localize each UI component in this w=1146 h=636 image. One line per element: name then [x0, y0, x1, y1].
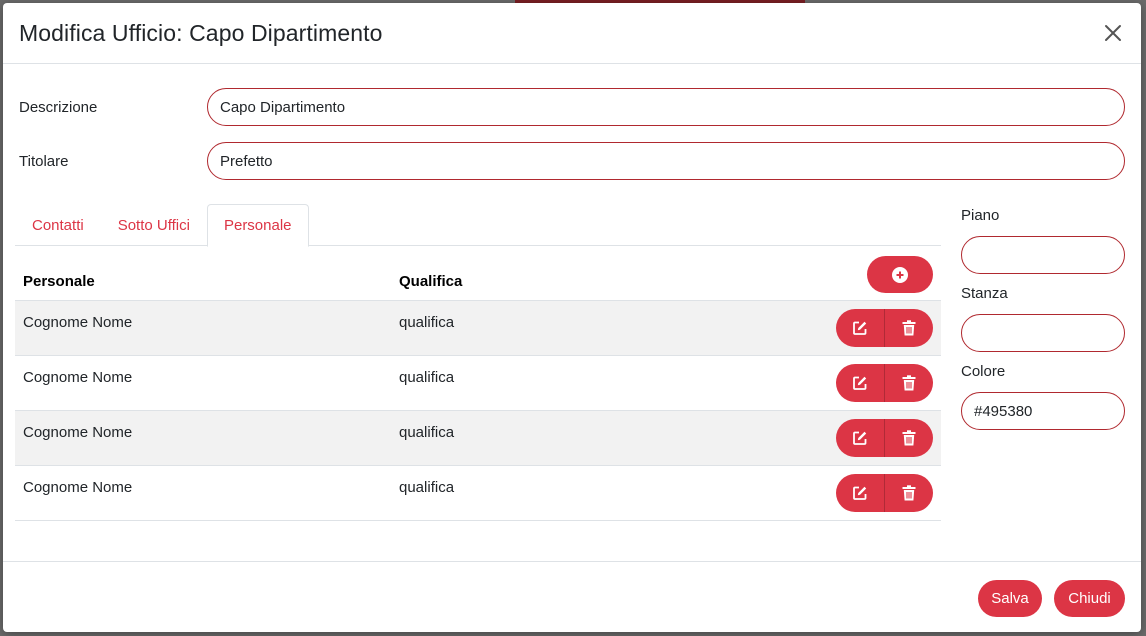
edit-icon — [853, 486, 867, 500]
header-personale: Personale — [23, 273, 95, 290]
delete-button[interactable] — [884, 364, 933, 402]
modal-header: Modifica Ufficio: Capo Dipartimento — [3, 3, 1141, 64]
close-icon — [1105, 25, 1121, 41]
cell-personale: Cognome Nome — [23, 369, 133, 386]
trash-icon — [902, 320, 916, 336]
modal-footer: Salva Chiudi — [3, 561, 1141, 632]
table-row: Cognome Nome qualifica — [15, 411, 941, 466]
cell-qualifica: qualifica — [399, 369, 455, 386]
row-actions — [836, 419, 933, 457]
cell-qualifica: qualifica — [399, 424, 455, 441]
piano-group: Piano — [961, 207, 999, 224]
edit-button[interactable] — [836, 364, 884, 402]
close-button[interactable] — [1101, 21, 1125, 45]
edit-button[interactable] — [836, 474, 884, 512]
stanza-input[interactable] — [961, 314, 1125, 352]
stanza-group: Stanza — [961, 285, 1008, 302]
cell-qualifica: qualifica — [399, 479, 455, 496]
descrizione-input[interactable] — [207, 88, 1125, 126]
plus-circle-icon — [892, 266, 908, 283]
titolare-row: Titolare — [19, 142, 1125, 180]
personale-table: Personale Qualifica Cognome Nome qualifi… — [15, 246, 941, 521]
piano-label: Piano — [961, 207, 1000, 224]
trash-icon — [902, 485, 916, 501]
edit-icon — [853, 376, 867, 390]
tab-sotto-uffici[interactable]: Sotto Uffici — [101, 204, 207, 246]
colore-label: Colore — [961, 363, 1006, 380]
table-row: Cognome Nome qualifica — [15, 301, 941, 356]
edit-office-modal: Modifica Ufficio: Capo Dipartimento Desc… — [3, 3, 1141, 632]
cell-qualifica: qualifica — [399, 314, 455, 331]
table-row: Cognome Nome qualifica — [15, 356, 941, 411]
descrizione-label: Descrizione — [19, 98, 98, 116]
save-button[interactable]: Salva — [978, 580, 1042, 617]
cell-personale: Cognome Nome — [23, 479, 133, 496]
edit-icon — [853, 321, 867, 335]
cell-personale: Cognome Nome — [23, 314, 133, 331]
close-footer-button[interactable]: Chiudi — [1054, 580, 1125, 617]
tab-bar: Contatti Sotto Uffici Personale — [15, 204, 941, 247]
row-actions — [836, 364, 933, 402]
trash-icon — [902, 430, 916, 446]
row-actions — [836, 309, 933, 347]
edit-button[interactable] — [836, 309, 884, 347]
colore-input[interactable] — [961, 392, 1125, 430]
piano-input[interactable] — [961, 236, 1125, 274]
colore-group: Colore — [961, 363, 1005, 380]
trash-icon — [902, 375, 916, 391]
table-header: Personale Qualifica — [15, 246, 941, 301]
titolare-input[interactable] — [207, 142, 1125, 180]
edit-icon — [853, 431, 867, 445]
add-person-button[interactable] — [867, 256, 933, 293]
row-actions — [836, 474, 933, 512]
modal-title: Modifica Ufficio: Capo Dipartimento — [19, 19, 383, 46]
cell-personale: Cognome Nome — [23, 424, 133, 441]
descrizione-row: Descrizione — [19, 88, 1125, 126]
stanza-label: Stanza — [961, 285, 1008, 302]
delete-button[interactable] — [884, 419, 933, 457]
tab-contatti[interactable]: Contatti — [15, 204, 101, 246]
delete-button[interactable] — [884, 474, 933, 512]
titolare-label: Titolare — [19, 152, 69, 170]
delete-button[interactable] — [884, 309, 933, 347]
header-qualifica: Qualifica — [399, 273, 463, 290]
tab-personale[interactable]: Personale — [206, 204, 309, 247]
table-row: Cognome Nome qualifica — [15, 466, 941, 521]
edit-button[interactable] — [836, 419, 884, 457]
